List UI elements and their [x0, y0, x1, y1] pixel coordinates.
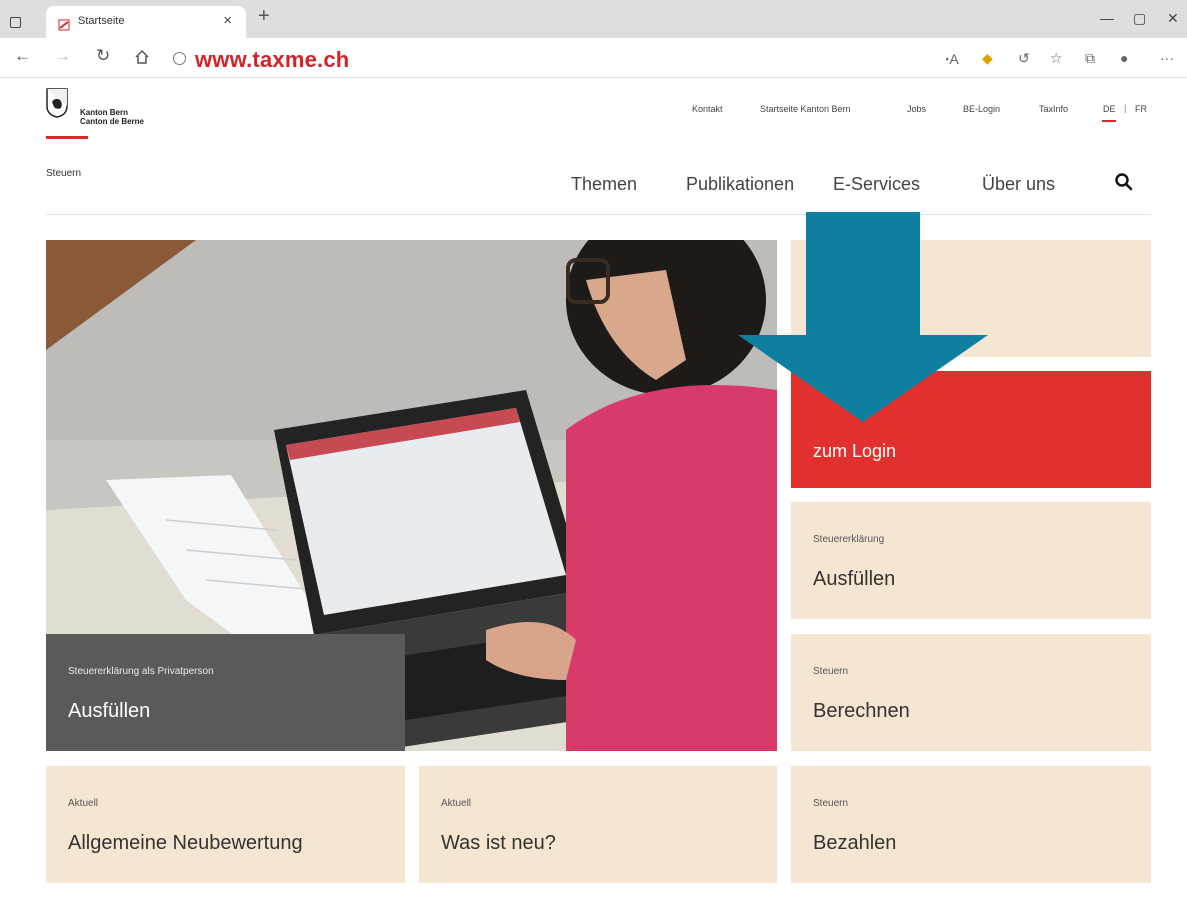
- search-icon[interactable]: [1114, 172, 1134, 192]
- close-window-icon[interactable]: ✕: [1167, 10, 1179, 27]
- home-icon[interactable]: [134, 49, 150, 65]
- service-link-kanton-bern[interactable]: Startseite Kanton Bern: [760, 104, 851, 114]
- hero-caption-box[interactable]: Steuererklärung als Privatperson Ausfüll…: [46, 634, 405, 751]
- forward-icon[interactable]: →: [54, 46, 71, 66]
- header-divider: [46, 214, 1151, 215]
- lang-separator: |: [1124, 103, 1127, 113]
- brand-line-de: Kanton Bern: [80, 108, 128, 117]
- tile-title: Berechnen: [813, 700, 910, 722]
- tile-tax-pay[interactable]: Steuern Bezahlen: [791, 766, 1151, 883]
- tile-label: Steuern: [813, 798, 849, 809]
- tile-tax-return-fill[interactable]: Steuererklärung Ausfüllen: [791, 502, 1151, 619]
- tile-label: Steuererklärung: [813, 534, 885, 545]
- tab-title: Startseite: [78, 15, 125, 27]
- site-info-icon[interactable]: [173, 52, 186, 65]
- tile-title: Was ist neu?: [441, 832, 556, 854]
- favorites-icon[interactable]: ☆: [1050, 50, 1063, 67]
- read-aloud-icon[interactable]: ꞏA: [945, 50, 959, 69]
- service-link-jobs[interactable]: Jobs: [907, 104, 926, 114]
- nav-themen[interactable]: Themen: [571, 174, 637, 195]
- hero-caption-label: Steuererklärung als Privatperson: [68, 666, 214, 677]
- tile-title: Allgemeine Neubewertung: [68, 832, 303, 854]
- service-link-be-login[interactable]: BE-Login: [963, 104, 1000, 114]
- browser-toolbar: ← → ↻ www.taxme.ch ꞏA ◆ ↺ ☆ ⧉ ● ···: [0, 38, 1187, 78]
- brand-line-fr: Canton de Berne: [80, 117, 145, 126]
- hero-caption-title: Ausfüllen: [68, 700, 151, 722]
- reload-icon[interactable]: ↻: [96, 46, 110, 66]
- lang-fr-link[interactable]: FR: [1135, 104, 1147, 114]
- nav-publikationen[interactable]: Publikationen: [686, 174, 794, 195]
- more-icon[interactable]: ···: [1160, 50, 1174, 66]
- tab-close-icon[interactable]: ×: [223, 12, 232, 29]
- bern-favicon-icon: [58, 19, 70, 31]
- tab-actions-icon[interactable]: [10, 17, 21, 28]
- bern-coat-of-arms-icon[interactable]: [46, 88, 68, 118]
- service-link-taxinfo[interactable]: TaxInfo: [1039, 104, 1068, 114]
- tile-tax-calculate[interactable]: Steuern Berechnen: [791, 634, 1151, 751]
- lang-active-indicator: [1102, 120, 1116, 122]
- empty-tile: [791, 240, 1151, 357]
- collections-icon[interactable]: ⧉: [1085, 50, 1095, 67]
- tile-label: Aktuell: [68, 798, 99, 809]
- nav-e-services[interactable]: E-Services: [833, 174, 920, 195]
- tile-label: Aktuell: [441, 798, 472, 809]
- address-bar[interactable]: www.taxme.ch: [195, 47, 349, 73]
- section-title[interactable]: Steuern: [46, 168, 81, 179]
- refresh-extension-icon[interactable]: ↺: [1018, 50, 1030, 67]
- brand-name[interactable]: Kanton Bern Canton de Berne: [80, 108, 144, 126]
- service-link-kontakt[interactable]: Kontakt: [692, 104, 723, 114]
- tile-label: Steuern: [813, 666, 849, 677]
- profile-icon[interactable]: ●: [1120, 50, 1128, 66]
- tile-whats-new[interactable]: Aktuell Was ist neu?: [419, 766, 777, 883]
- tile-reassessment[interactable]: Aktuell Allgemeine Neubewertung: [46, 766, 405, 883]
- tile-title: Ausfüllen: [813, 568, 896, 590]
- browser-tab-strip: Startseite × + — ▢ ✕: [0, 0, 1187, 38]
- browser-tab[interactable]: Startseite ×: [46, 6, 246, 38]
- tile-title: Bezahlen: [813, 832, 897, 854]
- extension-icon[interactable]: ◆: [982, 50, 993, 67]
- nav-ueber-uns[interactable]: Über uns: [982, 174, 1055, 195]
- brand-accent-bar: [46, 136, 88, 139]
- minimize-icon[interactable]: —: [1100, 10, 1114, 26]
- back-icon[interactable]: ←: [14, 46, 31, 66]
- new-tab-icon[interactable]: +: [258, 6, 270, 26]
- login-tile[interactable]: zum Login: [791, 371, 1151, 488]
- maximize-icon[interactable]: ▢: [1133, 10, 1146, 27]
- login-tile-label: zum Login: [813, 441, 897, 461]
- lang-de-link[interactable]: DE: [1103, 104, 1116, 114]
